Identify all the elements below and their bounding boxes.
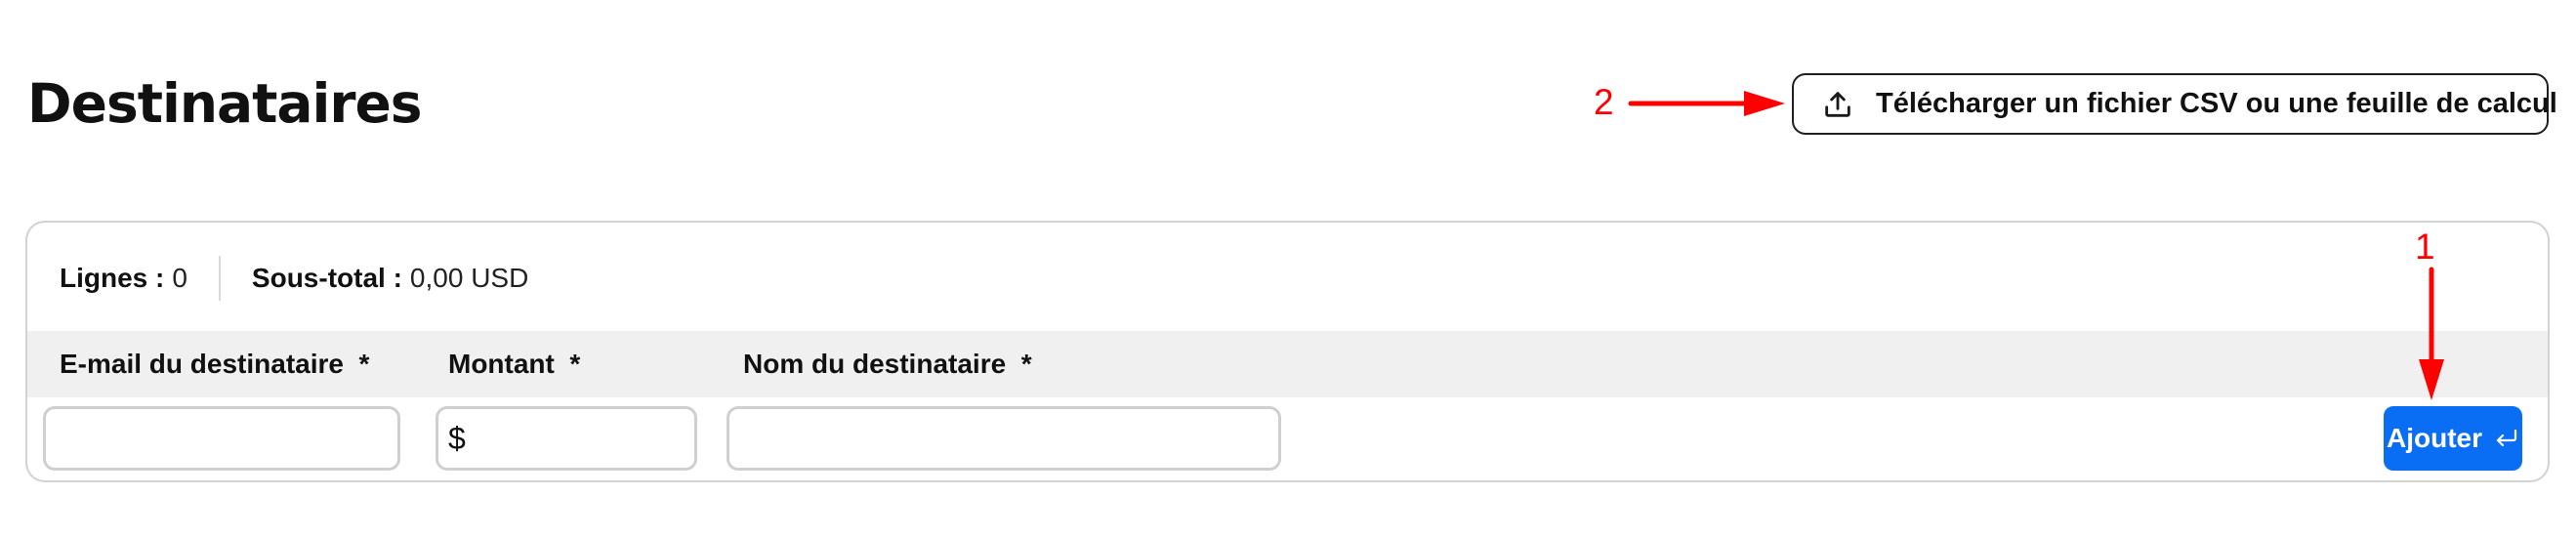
rows-label: Lignes : <box>60 263 165 293</box>
annotation-number-2: 2 <box>1594 82 1614 122</box>
annotation-arrow-2 <box>1628 91 1785 116</box>
add-button[interactable]: Ajouter <box>2384 406 2522 471</box>
enter-icon <box>2494 428 2519 449</box>
column-header-row: E-mail du destinataire * Montant * Nom d… <box>27 331 2548 397</box>
upload-icon <box>1821 88 1854 121</box>
amount-input[interactable] <box>471 410 671 467</box>
recipient-email-input[interactable] <box>43 406 400 471</box>
upload-csv-label: Télécharger un fichier CSV ou une feuill… <box>1876 88 2557 119</box>
recipients-page: Destinataires 2 Télécharger un fichier C… <box>0 0 2576 537</box>
summary-divider <box>218 256 221 301</box>
currency-symbol: $ <box>448 420 466 456</box>
summary-bar: Lignes : 0 Sous-total : 0,00 USD <box>60 256 528 301</box>
amount-field[interactable]: $ <box>436 406 697 471</box>
subtotal-value: 0,00 USD <box>409 263 529 293</box>
column-header-email: E-mail du destinataire * <box>60 349 370 379</box>
add-button-label: Ajouter <box>2387 423 2482 453</box>
column-header-amount: Montant * <box>448 349 581 379</box>
recipient-name-input[interactable] <box>727 406 1281 471</box>
column-header-name: Nom du destinataire * <box>743 349 1032 379</box>
page-title: Destinataires <box>27 72 423 135</box>
recipients-card: Lignes : 0 Sous-total : 0,00 USD E-mail … <box>25 221 2550 482</box>
annotation-number-1: 1 <box>2415 227 2435 267</box>
rows-value: 0 <box>172 263 187 293</box>
upload-csv-button[interactable]: Télécharger un fichier CSV ou une feuill… <box>1792 73 2557 135</box>
subtotal-label: Sous-total : <box>251 263 402 293</box>
